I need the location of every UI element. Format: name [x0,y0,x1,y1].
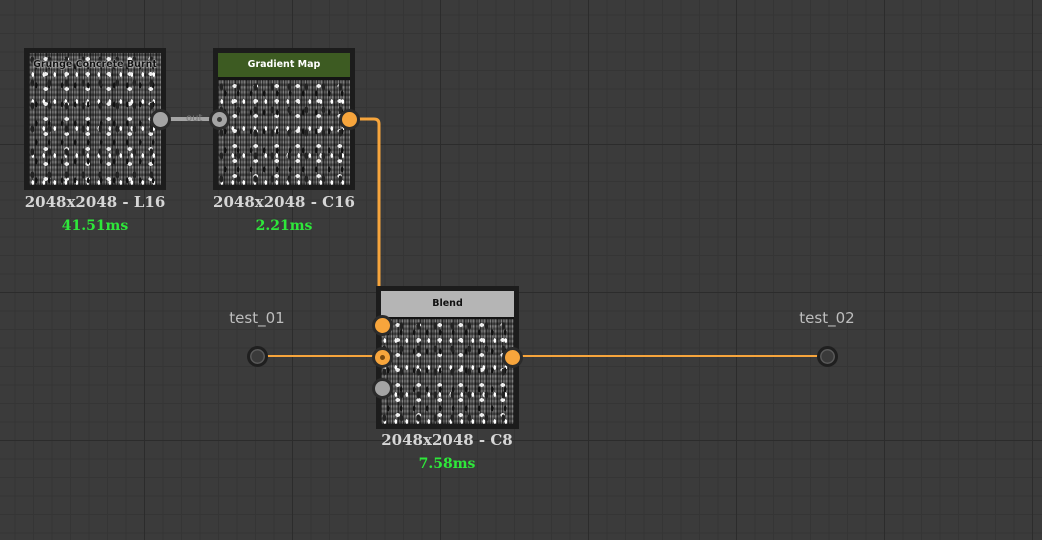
output-port[interactable] [149,108,171,130]
graph-canvas[interactable]: Grunge Concrete Burnt 2048x2048 - L16 41… [0,0,1042,540]
node-title: Grunge Concrete Burnt [33,59,157,70]
node-resolution: 2048x2048 - C16 [213,193,355,211]
blend-output-port[interactable] [501,346,523,368]
node-timing: 41.51ms [61,218,129,234]
output-node[interactable] [816,345,838,367]
blend-foreground-port[interactable] [371,314,393,336]
output-port[interactable] [338,108,360,130]
node-gradient-map[interactable]: Gradient Map [213,48,355,190]
input-port[interactable] [208,108,230,130]
output-node-label: test_02 [799,309,855,327]
node-title: Gradient Map [218,53,350,77]
node-timing: 7.58ms [418,456,476,472]
node-grunge-concrete-burnt[interactable]: Grunge Concrete Burnt [24,48,166,190]
blend-mask-port[interactable] [371,377,393,399]
node-resolution: 2048x2048 - C8 [381,431,513,449]
node-thumbnail [381,319,514,424]
node-resolution: 2048x2048 - L16 [24,193,166,211]
input-node-label: test_01 [229,309,285,327]
blend-background-port[interactable] [371,346,393,368]
node-timing: 2.21ms [255,218,313,234]
node-thumbnail [218,80,350,185]
input-node[interactable] [246,345,268,367]
node-blend[interactable]: Blend [376,286,519,429]
node-title: Blend [381,291,514,317]
connection-label: out [186,113,203,124]
